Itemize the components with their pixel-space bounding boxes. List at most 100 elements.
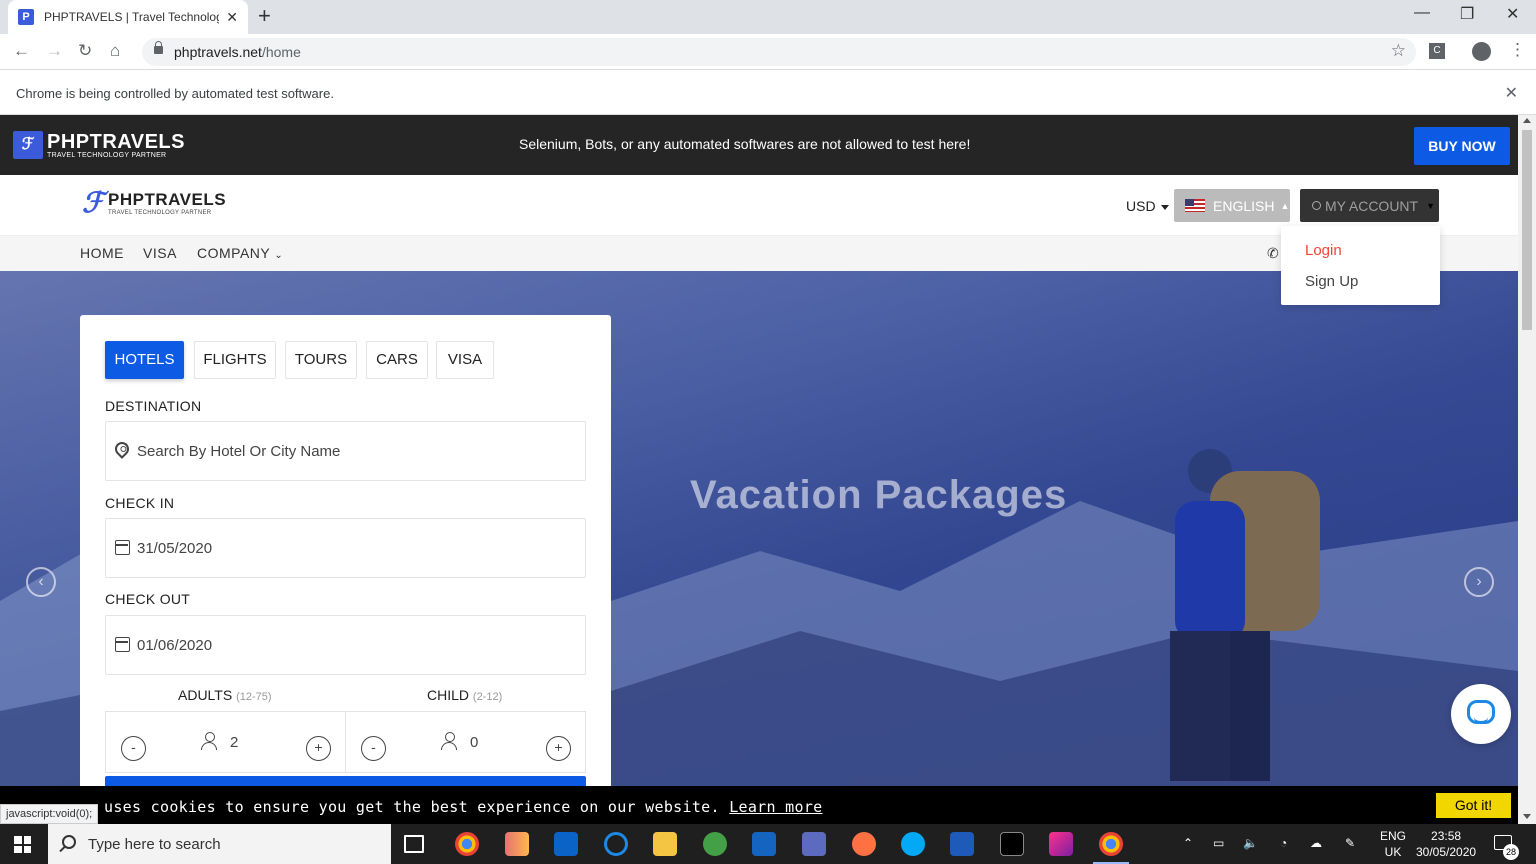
topbar-logo[interactable]: ℱ PHPTRAVELS TRAVEL TECHNOLOGY PARTNER [13,131,185,159]
caret-down-icon: ▼ [1426,200,1436,211]
windows-start-icon[interactable] [14,836,31,853]
back-icon[interactable]: ← [13,41,30,61]
forward-icon[interactable]: → [46,41,63,61]
chrome-active-icon[interactable] [1099,832,1123,856]
destination-placeholder: Search By Hotel Or City Name [137,443,341,460]
taskbar-clock[interactable]: 23:58 30/05/2020 [1416,828,1476,860]
checkout-input[interactable]: 01/06/2020 [105,615,586,675]
search-button[interactable] [105,776,586,786]
destination-input[interactable]: Search By Hotel Or City Name [105,421,586,481]
home-icon[interactable]: ⌂ [110,41,120,61]
app-green-icon[interactable] [703,832,727,856]
language-select[interactable]: ENGLISH ▲ [1174,189,1290,222]
address-bar[interactable]: phptravels.net/home ☆ [142,38,1416,66]
lang-secondary: UK [1384,845,1402,859]
adults-minus-button[interactable]: - [121,736,146,761]
profile-avatar-icon[interactable] [1472,42,1491,61]
clock-time: 23:58 [1431,829,1462,843]
infobar-text: Chrome is being controlled by automated … [16,86,334,101]
child-plus-button[interactable]: + [546,736,571,761]
app-orange-icon[interactable] [852,832,876,856]
caret-down-icon [1160,204,1169,210]
checkin-label: CHECK IN [105,495,175,511]
terminal-icon[interactable] [1000,832,1024,856]
nav-visa[interactable]: VISA [143,245,177,261]
new-tab-icon[interactable]: + [258,5,271,27]
kebab-menu-icon[interactable]: ⋮ [1509,40,1526,60]
taskbar-search[interactable]: Type here to search [48,824,391,864]
browser-toolbar: ← → ↻ ⌂ phptravels.net/home ☆ C ⋮ [0,34,1536,70]
reload-icon[interactable]: ↻ [78,41,92,61]
chat-icon [1467,700,1495,724]
taskbar-search-placeholder: Type here to search [88,836,221,853]
volume-icon[interactable]: 🔈 [1243,836,1258,850]
logo-mark-icon: ℱ [13,131,43,159]
scroll-thumb[interactable] [1522,130,1532,330]
extension-icon[interactable]: C [1429,43,1445,59]
teams-icon[interactable] [802,832,826,856]
file-explorer-icon[interactable] [653,832,677,856]
pen-icon: ✎ [1345,836,1356,850]
cookie-accept-button[interactable]: Got it! [1436,793,1511,818]
browser-tab[interactable]: P PHPTRAVELS | Travel Technology ✕ [8,0,248,34]
tab-visa[interactable]: VISA [436,341,494,379]
child-minus-button[interactable]: - [361,736,386,761]
slider-prev-icon[interactable]: ‹ [26,567,56,597]
onedrive-icon: ☁ [1310,836,1322,850]
browser-tabstrip: P PHPTRAVELS | Travel Technology ✕ + — ❐… [0,0,1536,34]
tab-tours[interactable]: TOURS [285,341,357,379]
nav-home[interactable]: HOME [80,245,124,261]
infobar-close-icon[interactable]: ✕ [1505,83,1518,103]
task-view-icon[interactable] [404,835,424,853]
adults-stepper: - 2 + [105,711,346,773]
edge-icon[interactable] [604,832,628,856]
caret-up-icon: ▲ [1280,200,1290,211]
tab-hotels[interactable]: HOTELS [105,341,184,379]
tab-close-icon[interactable]: ✕ [226,9,238,26]
site-logo[interactable]: ℱ PHPTRAVELS TRAVEL TECHNOLOGY PARTNER [82,189,226,217]
adults-plus-button[interactable]: + [306,736,331,761]
app-bars-icon[interactable] [505,832,529,856]
live-chat-button[interactable] [1451,684,1511,744]
window-close-icon[interactable]: ✕ [1506,4,1519,24]
tab-cars[interactable]: CARS [366,341,428,379]
intellij-icon[interactable] [1049,832,1073,856]
word-icon[interactable] [950,832,974,856]
calendar-icon [115,540,130,555]
my-account-button[interactable]: MY ACCOUNT ▼ [1300,189,1439,222]
child-label: CHILD (2-12) [427,687,502,703]
chevron-down-icon: ⌄ [274,250,284,261]
notification-count: 28 [1503,844,1519,860]
phptravels-favicon-icon: P [18,9,34,25]
tab-flights[interactable]: FLIGHTS [194,341,276,379]
skype-icon[interactable] [901,832,925,856]
bookmark-star-icon[interactable]: ☆ [1391,41,1406,61]
language-indicator[interactable]: ENG UK [1380,828,1406,860]
us-flag-icon [1185,199,1205,212]
page-scrollbar[interactable] [1518,115,1536,824]
scroll-down-icon[interactable] [1523,814,1531,819]
child-value: 0 [470,734,479,751]
cookie-text: uses cookies to ensure you get the best … [104,798,823,816]
maximize-icon[interactable]: ❐ [1460,4,1474,24]
minimize-icon[interactable]: — [1414,4,1430,22]
url-path: /home [261,44,301,60]
checkin-input[interactable]: 31/05/2020 [105,518,586,578]
slider-next-icon[interactable]: › [1464,567,1494,597]
buy-now-button[interactable]: BUY NOW [1414,127,1510,165]
outlook-icon[interactable] [554,832,578,856]
wifi-icon[interactable]: ◔ [1280,836,1287,850]
login-link[interactable]: Login [1305,242,1342,259]
currency-select[interactable]: USD [1126,198,1169,214]
scroll-up-icon[interactable] [1523,118,1531,123]
powershell-icon[interactable] [752,832,776,856]
learn-more-link[interactable]: Learn more [729,798,822,816]
checkin-value: 31/05/2020 [137,540,213,557]
tray-chevron-icon[interactable]: ⌃ [1183,836,1193,850]
adults-value: 2 [230,734,239,751]
nav-company[interactable]: COMPANY ⌄ [197,245,283,261]
chrome-icon[interactable] [455,832,479,856]
signup-link[interactable]: Sign Up [1305,273,1358,290]
site-tagline: TRAVEL TECHNOLOGY PARTNER [108,210,212,216]
cookie-message: uses cookies to ensure you get the best … [104,798,720,816]
